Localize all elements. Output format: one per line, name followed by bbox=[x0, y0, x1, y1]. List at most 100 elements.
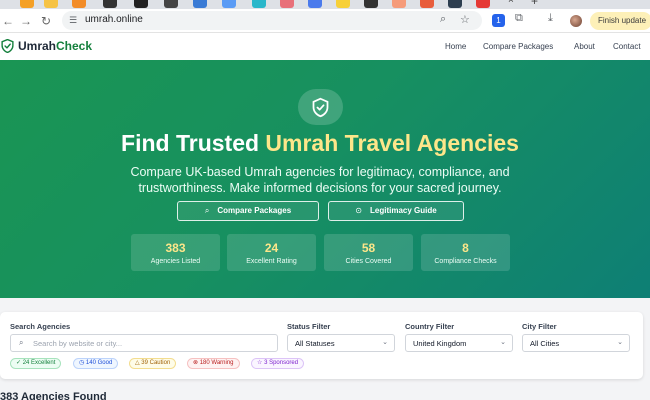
tab-favicon-4[interactable] bbox=[103, 0, 117, 8]
city-filter-select[interactable]: All Cities ⌄ bbox=[522, 334, 630, 352]
shield-check-icon bbox=[1, 39, 14, 53]
tab-favicon-13[interactable] bbox=[364, 0, 378, 8]
check-icon: ✓ bbox=[16, 360, 22, 366]
hero-subtitle: Compare UK-based Umrah agencies for legi… bbox=[130, 165, 510, 195]
country-filter-value: United Kingdom bbox=[413, 339, 467, 348]
search-field[interactable]: ⌕ bbox=[10, 334, 278, 352]
hero-title-highlight: Umrah Travel Agencies bbox=[265, 130, 519, 156]
logo-text-umrah: Umrah bbox=[18, 39, 57, 53]
stat-label: Compliance Checks bbox=[434, 258, 497, 265]
stat-agencies-listed: 383 Agencies Listed bbox=[131, 234, 220, 271]
tab-favicon-8[interactable] bbox=[222, 0, 236, 8]
badge-text: 24 Excellent bbox=[22, 360, 56, 366]
badge-text: 39 Caution bbox=[141, 360, 171, 366]
finish-update-button[interactable]: Finish update bbox=[590, 12, 650, 30]
nav-compare-packages[interactable]: Compare Packages bbox=[483, 42, 553, 51]
city-filter-label: City Filter bbox=[522, 322, 557, 331]
search-label: Search Agencies bbox=[10, 322, 71, 331]
extensions-icon[interactable]: ⧉ bbox=[515, 12, 523, 25]
new-tab-icon[interactable]: + bbox=[531, 0, 538, 8]
badge-excellent[interactable]: ✓ 24 Excellent bbox=[10, 358, 62, 369]
badge-text: 3 Sponsored bbox=[264, 360, 299, 366]
results-count-heading: 383 Agencies Found bbox=[0, 391, 107, 400]
star-icon[interactable]: ☆ bbox=[460, 13, 470, 26]
tab-favicon-11[interactable] bbox=[308, 0, 322, 8]
hero-title: Find Trusted Umrah Travel Agencies bbox=[0, 130, 640, 157]
stat-value: 58 bbox=[361, 241, 376, 255]
reload-icon[interactable]: ↻ bbox=[41, 13, 51, 29]
tab-favicon-2[interactable] bbox=[44, 0, 58, 8]
tab-favicon-12[interactable] bbox=[336, 0, 350, 8]
back-icon[interactable]: ← bbox=[2, 13, 14, 29]
search-icon: ⌕ bbox=[19, 338, 24, 347]
clock-icon: ◷ bbox=[79, 360, 85, 366]
stat-compliance-checks: 8 Compliance Checks bbox=[421, 234, 510, 271]
nav-about[interactable]: About bbox=[574, 42, 595, 51]
hero-title-lead: Find Trusted bbox=[121, 130, 260, 156]
stat-value: 24 bbox=[264, 241, 279, 255]
stat-excellent-rating: 24 Excellent Rating bbox=[227, 234, 316, 271]
shield-check-icon bbox=[312, 97, 329, 118]
stat-label: Excellent Rating bbox=[246, 258, 297, 265]
stat-value: 383 bbox=[165, 241, 186, 255]
extension-icon[interactable]: 1 bbox=[492, 14, 505, 27]
tab-favicon-7[interactable] bbox=[193, 0, 207, 8]
forward-icon[interactable]: → bbox=[20, 13, 32, 29]
logo-text-check: Check bbox=[56, 39, 93, 53]
badge-good[interactable]: ◷ 140 Good bbox=[73, 358, 119, 369]
status-filter-value: All Statuses bbox=[295, 339, 335, 348]
stat-value: 8 bbox=[462, 241, 469, 255]
tab-favicon-15[interactable] bbox=[420, 0, 434, 8]
hero-section: Find Trusted Umrah Travel Agencies Compa… bbox=[0, 60, 650, 298]
nav-home[interactable]: Home bbox=[445, 42, 466, 51]
address-bar[interactable]: ☰ umrah.online ⌕ ☆ bbox=[62, 11, 482, 30]
tab-favicon-9[interactable] bbox=[252, 0, 266, 8]
tab-favicon-6[interactable] bbox=[164, 0, 178, 8]
tab-favicon-16[interactable] bbox=[448, 0, 462, 8]
country-filter-label: Country Filter bbox=[405, 322, 455, 331]
badge-caution[interactable]: △ 39 Caution bbox=[129, 358, 177, 369]
browser-toolbar: ← → ↻ ☰ umrah.online ⌕ ☆ 1 ⧉ ⤓ Finish up… bbox=[0, 9, 650, 33]
chevron-down-icon: ⌄ bbox=[382, 339, 388, 346]
url-text[interactable]: umrah.online bbox=[85, 14, 143, 25]
site-header: UmrahCheck Home Compare Packages About C… bbox=[0, 33, 650, 60]
hero-shield-badge bbox=[298, 89, 343, 125]
badge-text: 180 Warning bbox=[199, 360, 234, 366]
filter-card: Search Agencies ⌕ Status Filter All Stat… bbox=[0, 312, 643, 379]
status-filter-label: Status Filter bbox=[287, 322, 331, 331]
city-filter-value: All Cities bbox=[530, 339, 560, 348]
status-filter-select[interactable]: All Statuses ⌄ bbox=[287, 334, 395, 352]
browser-tab-strip: × + bbox=[0, 0, 650, 9]
legitimacy-guide-button[interactable]: ⊙ Legitimacy Guide bbox=[328, 201, 464, 221]
badge-text: 140 Good bbox=[85, 360, 113, 366]
search-icon: ⌕ bbox=[204, 206, 210, 215]
download-icon[interactable]: ⤓ bbox=[548, 12, 553, 25]
zoom-icon[interactable]: ⌕ bbox=[440, 13, 446, 26]
search-input[interactable] bbox=[33, 337, 273, 349]
nav-contact[interactable]: Contact bbox=[613, 42, 641, 51]
tab-favicon-5[interactable] bbox=[134, 0, 148, 8]
site-logo[interactable]: UmrahCheck bbox=[18, 39, 92, 53]
badge-sponsored[interactable]: ☆ 3 Sponsored bbox=[251, 358, 305, 369]
x-circle-icon: ⊗ bbox=[193, 360, 199, 366]
badge-warning[interactable]: ⊗ 180 Warning bbox=[187, 358, 240, 369]
stat-label: Cities Covered bbox=[345, 258, 392, 265]
tab-favicon-3[interactable] bbox=[72, 0, 86, 8]
stat-cities-covered: 58 Cities Covered bbox=[324, 234, 413, 271]
tab-close-icon[interactable]: × bbox=[508, 0, 514, 6]
warning-triangle-icon: △ bbox=[135, 360, 140, 366]
check-circle-icon: ⊙ bbox=[355, 206, 362, 215]
avatar[interactable] bbox=[570, 15, 582, 27]
compare-packages-button[interactable]: ⌕ Compare Packages bbox=[177, 201, 319, 221]
chevron-down-icon: ⌄ bbox=[500, 339, 506, 346]
star-icon: ☆ bbox=[257, 360, 263, 366]
compare-packages-label: Compare Packages bbox=[217, 206, 292, 215]
tab-favicon-17[interactable] bbox=[476, 0, 490, 8]
site-info-icon[interactable]: ☰ bbox=[69, 15, 77, 26]
country-filter-select[interactable]: United Kingdom ⌄ bbox=[405, 334, 513, 352]
tab-favicon-10[interactable] bbox=[280, 0, 294, 8]
tab-favicon-1[interactable] bbox=[20, 0, 34, 8]
tab-favicon-14[interactable] bbox=[392, 0, 406, 8]
stat-label: Agencies Listed bbox=[150, 258, 201, 265]
legitimacy-guide-label: Legitimacy Guide bbox=[370, 206, 437, 215]
